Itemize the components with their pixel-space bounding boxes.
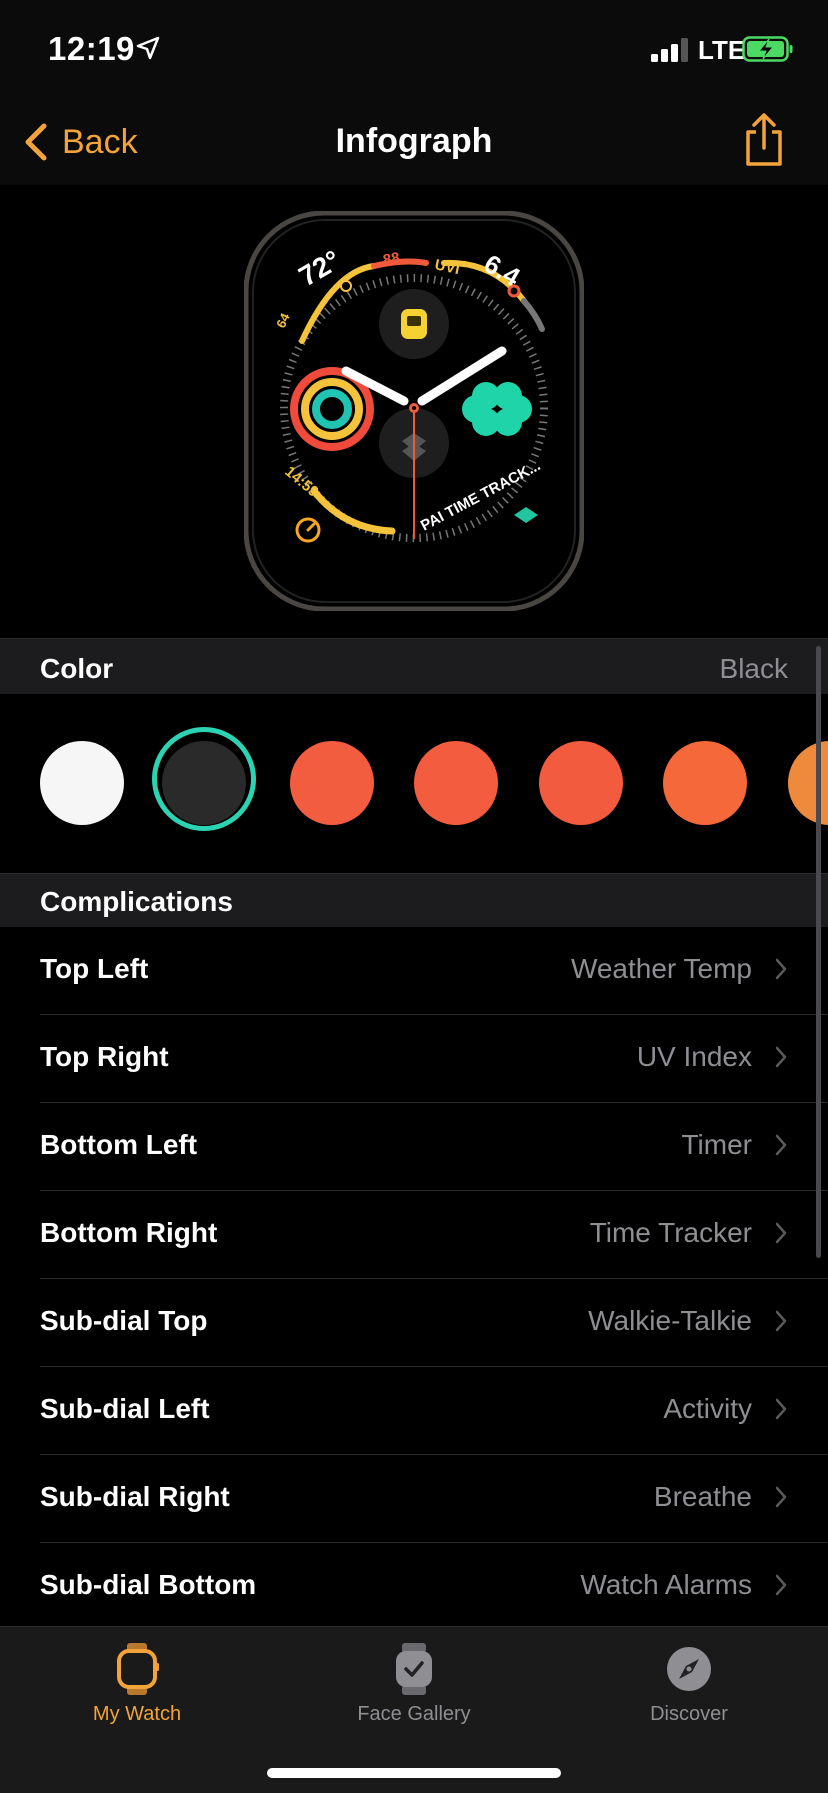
tab-label: My Watch [92,1703,182,1725]
row-value: Watch Alarms [580,1569,752,1600]
battery-charging-icon [742,36,793,62]
network-type: LTE [698,35,746,65]
top-left-high: 88 [382,249,401,269]
row-label: Bottom Right [40,1217,218,1248]
location-arrow-icon [136,36,160,60]
row-value: Timer [681,1129,752,1160]
watch-face-image: 72° 88 64 UVI 6.4 14:59 PAI TIME TRACK..… [244,211,584,611]
watch-icon [117,1643,159,1695]
row-label: Sub-dial Left [40,1393,210,1424]
status-time: 12:19 [48,30,135,67]
complication-row-bottom-right[interactable]: Bottom Right Time Tracker [0,1191,828,1279]
row-value: Walkie-Talkie [588,1305,752,1336]
color-swatch-red[interactable] [290,741,374,825]
color-swatch-red-3[interactable] [539,741,623,825]
complication-row-sub-dial-bottom[interactable]: Sub-dial Bottom Watch Alarms [0,1543,828,1631]
row-label: Bottom Left [40,1129,198,1160]
tab-label: Face Gallery [357,1703,471,1725]
status-bar: 12:19 LTE [0,0,828,100]
color-swatch-orange[interactable] [663,741,747,825]
row-value: Breathe [653,1481,752,1512]
chevron-right-icon [775,1310,787,1332]
watch-face-preview: 72° 88 64 UVI 6.4 14:59 PAI TIME TRACK..… [0,185,828,639]
color-swatch-list [0,694,828,874]
chevron-right-icon [775,1486,787,1508]
row-value: UV Index [636,1041,752,1072]
row-label: Sub-dial Bottom [40,1569,257,1600]
compass-icon [667,1647,711,1691]
complication-row-sub-dial-right[interactable]: Sub-dial Right Breathe [0,1455,828,1543]
face-gallery-icon [396,1643,432,1695]
row-label: Top Right [40,1041,169,1072]
color-swatch-orange-2[interactable] [788,741,828,825]
complications-section-header: Complications [0,873,828,928]
row-label: Sub-dial Right [40,1481,230,1512]
row-value: Time Tracker [589,1217,752,1248]
color-section-header: Color Black [0,638,828,696]
chevron-right-icon [775,958,787,980]
tab-my-watch[interactable]: My Watch [37,1641,237,1741]
selected-color-value: Black [719,653,788,684]
share-icon[interactable] [742,112,786,168]
chevron-right-icon [775,1134,787,1156]
color-swatch-black[interactable] [162,741,246,825]
complication-row-top-right[interactable]: Top Right UV Index [0,1015,828,1103]
scroll-indicator[interactable] [816,646,821,1258]
color-section-title: Color [40,653,114,684]
chevron-right-icon [775,1398,787,1420]
complication-row-sub-dial-left[interactable]: Sub-dial Left Activity [0,1367,828,1455]
cellular-signal-icon [651,38,688,62]
complication-row-bottom-left[interactable]: Bottom Left Timer [0,1103,828,1191]
tab-label: Discover [650,1703,728,1725]
navigation-bar: Back Infograph [0,100,828,186]
chevron-right-icon [775,1222,787,1244]
page-title: Infograph [335,122,493,160]
tab-discover[interactable]: Discover [589,1641,789,1741]
row-value: Activity [663,1393,752,1424]
chevron-right-icon [775,1046,787,1068]
row-label: Sub-dial Top [40,1305,208,1336]
row-value: Weather Temp [570,953,752,984]
complications-section-title: Complications [40,886,233,917]
color-swatch-white[interactable] [40,741,124,825]
home-indicator[interactable] [267,1768,561,1778]
tab-face-gallery[interactable]: Face Gallery [314,1641,514,1741]
complication-row-top-left[interactable]: Top Left Weather Temp [0,927,828,1015]
complication-row-sub-dial-top[interactable]: Sub-dial Top Walkie-Talkie [0,1279,828,1367]
color-swatch-red-2[interactable] [414,741,498,825]
row-label: Top Left [40,953,149,984]
chevron-right-icon [775,1574,787,1596]
